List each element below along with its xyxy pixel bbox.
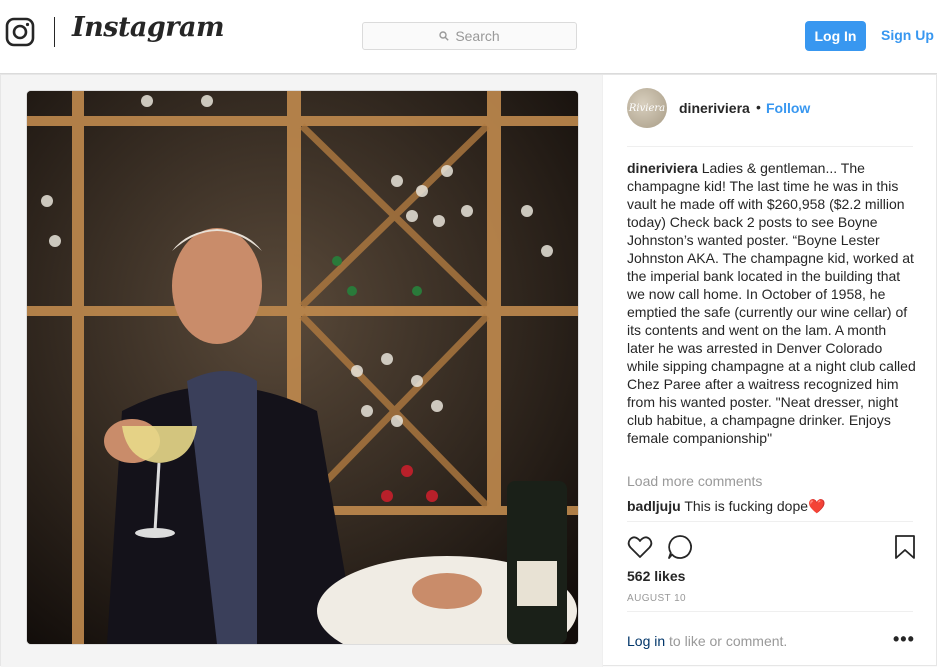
search-icon — [439, 31, 450, 41]
like-count[interactable]: 562 likes — [627, 568, 685, 584]
logo-divider — [54, 17, 55, 47]
avatar[interactable]: Riviera — [627, 88, 667, 128]
login-button[interactable]: Log In — [805, 21, 866, 51]
post-sidebar: Riviera dineriviera • Follow dineriviera… — [602, 75, 937, 667]
post-card: Riviera dineriviera • Follow dineriviera… — [0, 74, 937, 667]
instagram-wordmark[interactable]: Instagram — [72, 12, 225, 43]
load-more-comments-link[interactable]: Load more comments — [627, 473, 762, 489]
divider — [627, 611, 913, 612]
top-navigation-bar: Instagram Search Log In Sign Up — [0, 0, 937, 74]
comment-item: badljuju This is fucking dope❤️ — [627, 498, 825, 515]
comment-text: This is fucking dope❤️ — [684, 498, 826, 514]
divider — [627, 146, 913, 147]
login-prompt-text: to like or comment. — [665, 633, 788, 649]
more-options-icon[interactable]: ••• — [893, 629, 915, 650]
divider — [627, 521, 913, 522]
post-caption: dineriviera Ladies & gentleman... The ch… — [627, 159, 917, 447]
comment-username[interactable]: badljuju — [627, 498, 681, 514]
post-date[interactable]: AUGUST 10 — [627, 593, 686, 604]
post-photo[interactable] — [27, 91, 578, 644]
signup-link[interactable]: Sign Up — [881, 27, 934, 43]
caption-username[interactable]: dineriviera — [627, 160, 698, 176]
separator-dot: • — [756, 99, 761, 115]
comment-icon[interactable] — [667, 534, 693, 560]
post-media-area — [1, 75, 602, 667]
login-link[interactable]: Log in — [627, 633, 665, 649]
wine-cellar-photo-illustration — [27, 91, 578, 644]
post-author-username[interactable]: dineriviera — [679, 100, 750, 116]
heart-icon[interactable] — [627, 534, 653, 560]
bookmark-icon[interactable] — [892, 534, 918, 560]
login-prompt: Log in to like or comment. — [627, 633, 787, 649]
search-placeholder: Search — [455, 28, 500, 44]
caption-text: Ladies & gentleman... The champagne kid!… — [627, 160, 916, 446]
search-input[interactable]: Search — [362, 22, 577, 50]
instagram-camera-icon[interactable] — [5, 17, 35, 47]
follow-button[interactable]: Follow — [766, 100, 810, 116]
